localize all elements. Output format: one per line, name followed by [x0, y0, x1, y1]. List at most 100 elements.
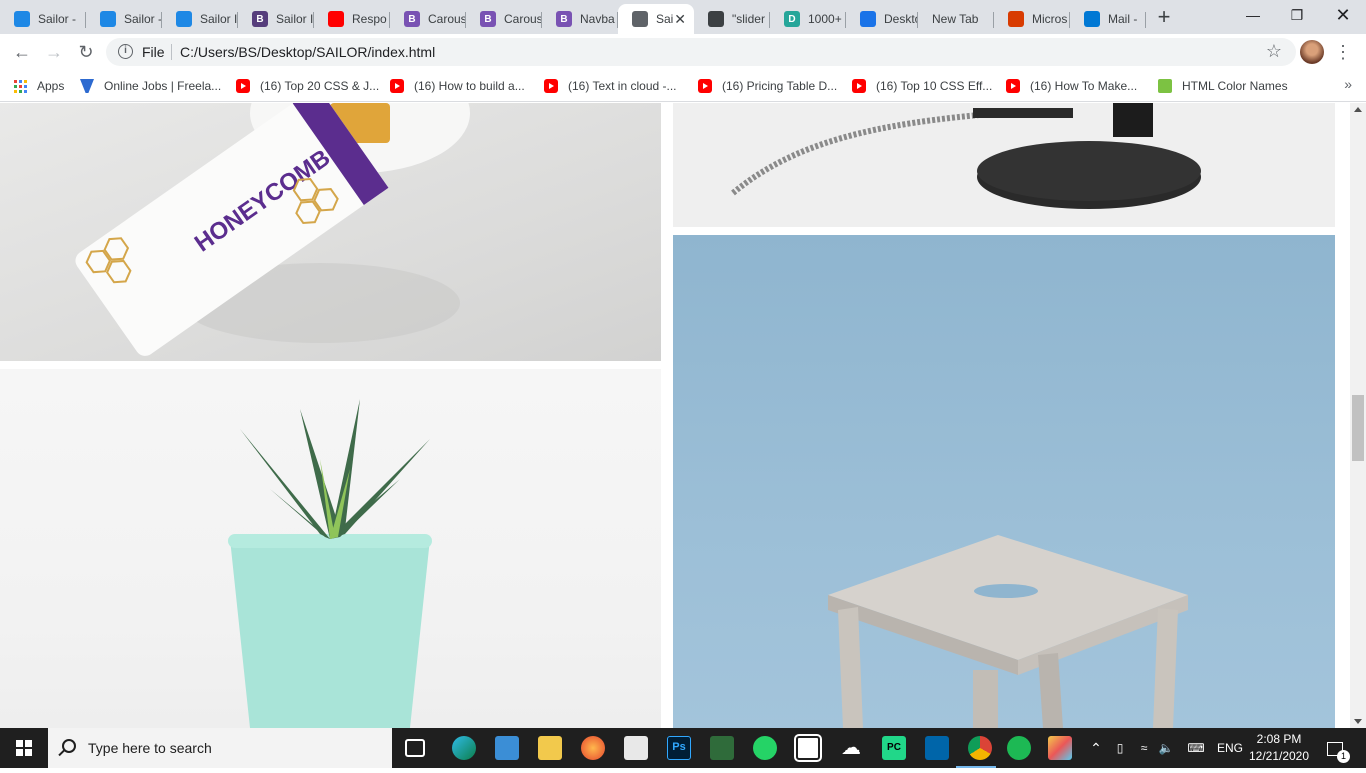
forward-button[interactable]: →: [42, 40, 66, 64]
pycharm-icon[interactable]: PC: [882, 736, 906, 760]
tab-title: Mail -: [1108, 12, 1138, 26]
reload-button[interactable]: ↻: [74, 40, 98, 64]
bootstrap-icon: B: [556, 11, 572, 27]
bootstrap-icon: B: [480, 11, 496, 27]
spotify-icon[interactable]: [1007, 736, 1031, 760]
browser-tab[interactable]: Sailor I: [162, 4, 238, 34]
keyboard-icon[interactable]: ⌨: [1182, 728, 1210, 768]
bookmark-label: (16) How to build a...: [414, 79, 525, 93]
url-scheme: File: [142, 44, 165, 60]
bookmark-label: (16) Pricing Table D...: [722, 79, 838, 93]
search-icon: [62, 739, 76, 753]
volume-muted-icon[interactable]: 🔈: [1156, 728, 1176, 768]
bookmarks-overflow-icon[interactable]: »: [1344, 76, 1352, 92]
bookmark-item[interactable]: HTML Color Names: [1158, 76, 1288, 96]
battery-icon[interactable]: ▯: [1110, 728, 1130, 768]
scrollbar-thumb[interactable]: [1352, 395, 1364, 461]
bookmark-item[interactable]: (16) Pricing Table D...: [698, 76, 837, 96]
browser-tab[interactable]: B Carous: [466, 4, 542, 34]
browser-tab[interactable]: B Sailor I: [238, 4, 314, 34]
new-tab-button[interactable]: +: [1152, 6, 1176, 30]
more-menu-icon[interactable]: ⋮: [1334, 40, 1352, 64]
bookmark-label: (16) Top 10 CSS Eff...: [876, 79, 993, 93]
profile-avatar[interactable]: [1300, 40, 1324, 64]
stool-tile[interactable]: [673, 235, 1335, 728]
sheets-icon[interactable]: [710, 736, 734, 760]
bookmark-label: (16) Text in cloud -...: [568, 79, 677, 93]
youtube-icon: [390, 79, 404, 93]
bookmark-label: Apps: [37, 79, 65, 93]
language-indicator[interactable]: ENG: [1214, 728, 1246, 768]
youtube-icon: [1006, 79, 1020, 93]
url-text[interactable]: C:/Users/BS/Desktop/SAILOR/index.html: [180, 44, 435, 60]
file-explorer-icon[interactable]: [538, 736, 562, 760]
tab-title: Carous: [428, 12, 466, 26]
bootstrap-icon: B: [252, 11, 268, 27]
bookmark-item[interactable]: (16) How to build a...: [390, 76, 525, 96]
bookmark-item[interactable]: Apps: [14, 76, 64, 96]
honeycomb-tile[interactable]: HONEYCOMB: [0, 103, 661, 361]
browser-tab[interactable]: Sailor -: [86, 4, 162, 34]
lamp-tile[interactable]: [673, 103, 1335, 227]
tab-title: Micros: [1032, 12, 1068, 26]
store-icon[interactable]: [624, 736, 648, 760]
notifications-icon[interactable]: 1: [1320, 728, 1350, 768]
tab-title: Sailor I: [200, 12, 238, 26]
bookmark-item[interactable]: (16) How To Make...: [1006, 76, 1137, 96]
sailor-icon: [14, 11, 30, 27]
succulent-tile[interactable]: [0, 369, 661, 728]
whatsapp-icon[interactable]: [753, 736, 777, 760]
back-button[interactable]: ←: [10, 40, 34, 64]
bookmark-item[interactable]: (16) Text in cloud -...: [544, 76, 677, 96]
info-icon[interactable]: i: [118, 44, 133, 59]
firefox-icon[interactable]: [581, 736, 605, 760]
address-bar[interactable]: i File C:/Users/BS/Desktop/SAILOR/index.…: [106, 38, 1296, 66]
task-view-icon[interactable]: [405, 739, 425, 757]
browser-tab[interactable]: B Navba: [542, 4, 618, 34]
youtube-icon: [852, 79, 866, 93]
restore-button[interactable]: ❐: [1274, 0, 1320, 30]
close-window-button[interactable]: ✕: [1320, 0, 1366, 30]
tray-overflow-icon[interactable]: ⌃: [1088, 728, 1104, 768]
taskbar-search-placeholder: Type here to search: [88, 740, 212, 756]
bookmark-star-icon[interactable]: ☆: [1266, 41, 1282, 62]
lamp-photo: [731, 103, 1201, 209]
honeycomb-photo: HONEYCOMB: [75, 103, 470, 356]
browser-tab[interactable]: Micros: [994, 4, 1070, 34]
taskbar-search[interactable]: Type here to search: [48, 728, 392, 768]
browser-tab[interactable]: D 1000+: [770, 4, 846, 34]
app-box-icon[interactable]: [794, 734, 822, 762]
scroll-down-arrow[interactable]: [1354, 719, 1362, 724]
photoshop-icon[interactable]: Ps: [667, 736, 691, 760]
bookmark-item[interactable]: (16) Top 10 CSS Eff...: [852, 76, 992, 96]
bookmark-label: HTML Color Names: [1182, 79, 1288, 93]
browser-tab[interactable]: Sai ✕: [618, 4, 694, 34]
clock[interactable]: 2:08 PM 12/21/2020: [1246, 731, 1312, 765]
browser-tab[interactable]: Mail -: [1070, 4, 1146, 34]
minimize-button[interactable]: —: [1230, 0, 1276, 30]
start-button[interactable]: [0, 728, 48, 768]
browser-tab[interactable]: "slider: [694, 4, 770, 34]
bookmark-item[interactable]: Online Jobs | Freela...: [80, 76, 221, 96]
chrome-icon[interactable]: [968, 736, 992, 760]
vscode-icon[interactable]: [925, 736, 949, 760]
wifi-icon[interactable]: ≈: [1134, 728, 1154, 768]
bookmark-item[interactable]: (16) Top 20 CSS & J...: [236, 76, 379, 96]
page-scrollbar[interactable]: [1350, 103, 1366, 728]
edge-icon[interactable]: [452, 736, 476, 760]
paint-icon[interactable]: [1048, 736, 1072, 760]
browser-tab[interactable]: Deskto: [846, 4, 918, 34]
windows-taskbar: Type here to search Ps ☁ PC ⌃ ▯ ≈ 🔈 ⌨ EN…: [0, 728, 1366, 768]
youtube-icon: [698, 79, 712, 93]
scroll-up-arrow[interactable]: [1354, 107, 1362, 112]
youtube-icon: [236, 79, 250, 93]
close-tab-icon[interactable]: ✕: [674, 11, 686, 28]
mail-app-icon[interactable]: [495, 736, 519, 760]
browser-tab[interactable]: Respo: [314, 4, 390, 34]
browser-tab[interactable]: New Tab: [918, 4, 994, 34]
onedrive-icon[interactable]: ☁: [839, 736, 863, 760]
clock-date: 12/21/2020: [1248, 749, 1310, 763]
tab-title: Sailor I: [276, 12, 314, 26]
browser-tab[interactable]: Sailor -: [0, 4, 86, 34]
browser-tab[interactable]: B Carous: [390, 4, 466, 34]
